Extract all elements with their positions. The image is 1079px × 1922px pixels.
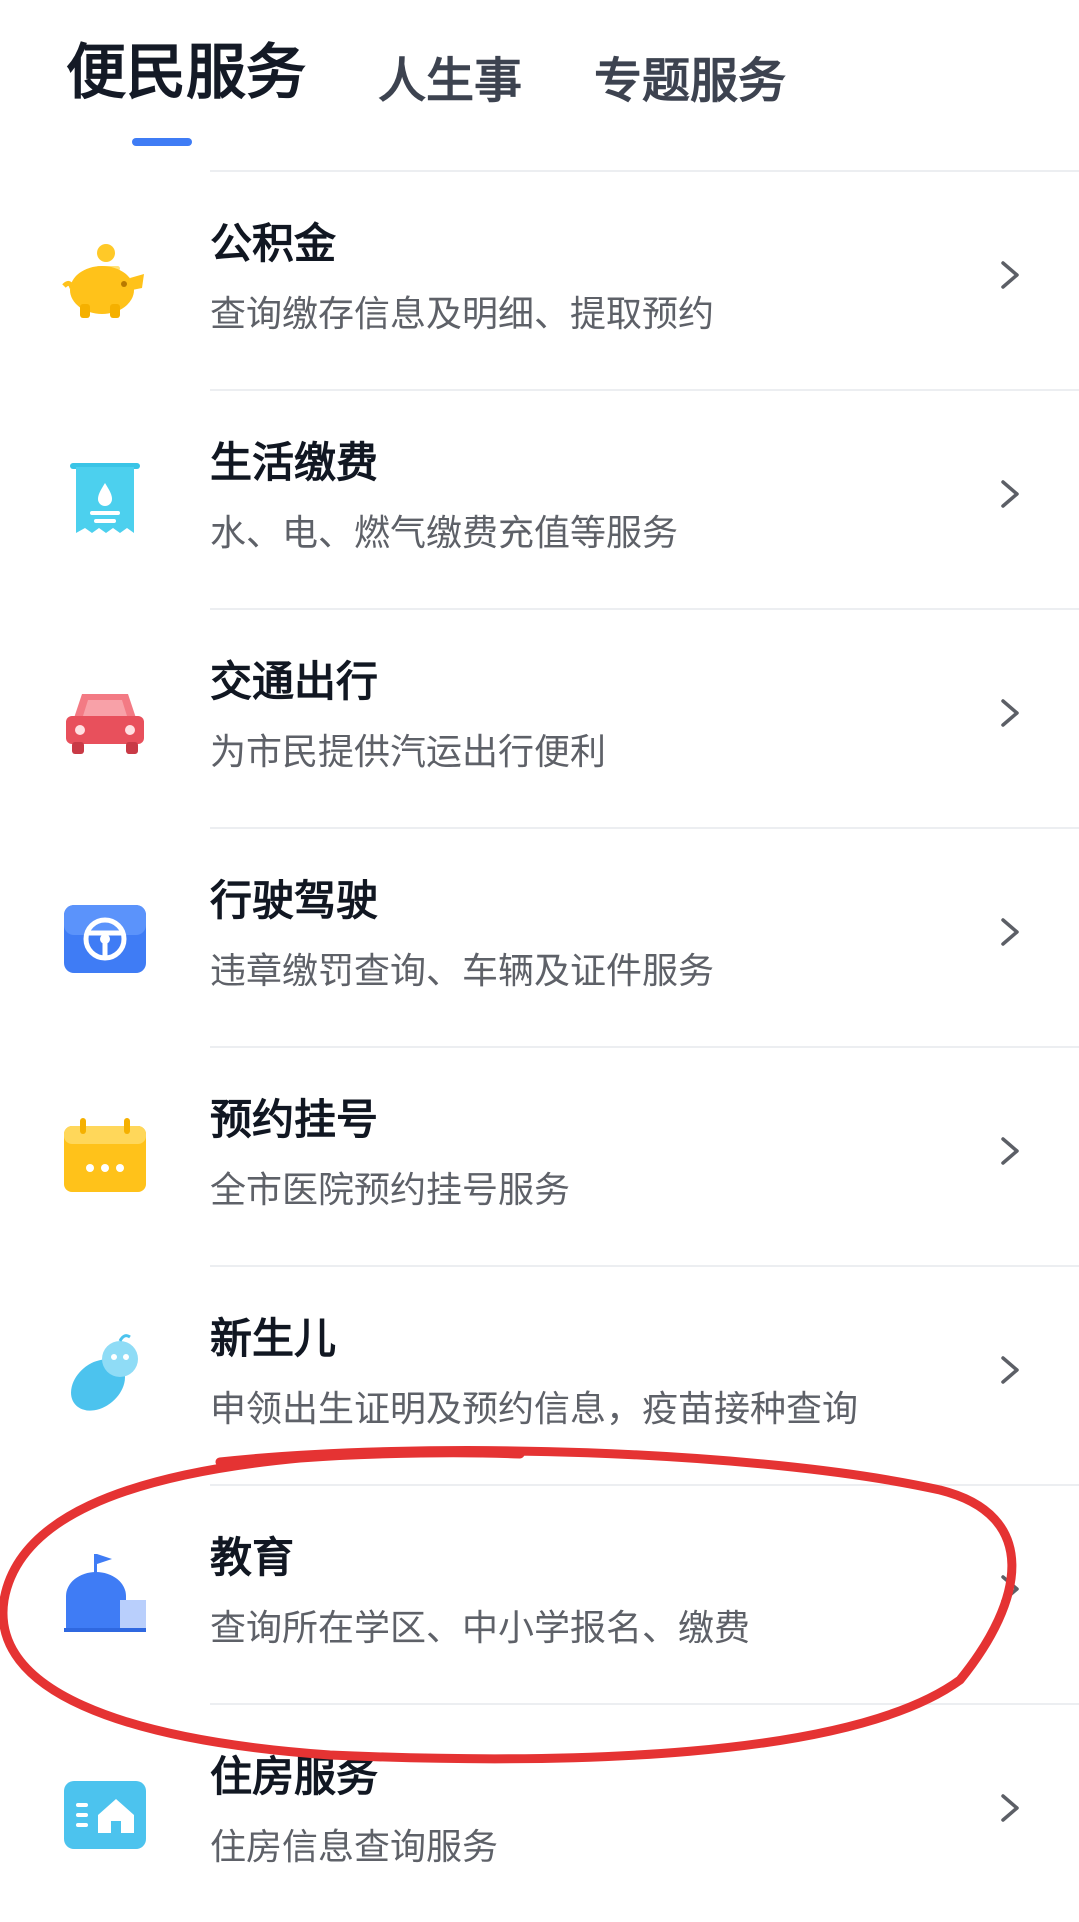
service-description: 查询缴存信息及明细、提取预约 xyxy=(210,294,715,335)
service-description: 查询所在学区、中小学报名、缴费 xyxy=(210,1608,751,1649)
service-title: 生活缴费 xyxy=(210,438,379,487)
tab-life-events[interactable]: 人生事 xyxy=(378,46,522,116)
tab-bar: 便民服务 人生事 专题服务 xyxy=(0,0,1079,160)
service-description: 全市医院预约挂号服务 xyxy=(210,1170,571,1211)
piggy-bank-icon xyxy=(62,244,144,318)
divider xyxy=(210,170,1079,172)
chevron-right-icon xyxy=(1001,480,1019,508)
calendar-icon xyxy=(64,1118,146,1192)
service-description: 违章缴罚查询、车辆及证件服务 xyxy=(210,951,715,992)
service-item-housing-fund[interactable]: 公积金 查询缴存信息及明细、提取预约 xyxy=(0,170,1079,389)
divider xyxy=(210,1046,1079,1048)
steering-wheel-icon xyxy=(64,905,146,973)
divider xyxy=(210,1484,1079,1486)
bill-water-drop-icon xyxy=(70,463,140,533)
chevron-right-icon xyxy=(1001,918,1019,946)
service-title: 预约挂号 xyxy=(210,1095,379,1144)
car-icon xyxy=(66,694,144,754)
service-title: 教育 xyxy=(210,1533,295,1582)
house-icon xyxy=(64,1781,146,1849)
service-description: 住房信息查询服务 xyxy=(210,1827,499,1868)
tab-convenience-services[interactable]: 便民服务 xyxy=(66,38,306,108)
service-item-education[interactable]: 教育 查询所在学区、中小学报名、缴费 xyxy=(0,1484,1079,1703)
active-tab-indicator xyxy=(132,138,192,146)
chevron-right-icon xyxy=(1001,1794,1019,1822)
chevron-right-icon xyxy=(1001,1137,1019,1165)
divider xyxy=(210,389,1079,391)
baby-icon xyxy=(71,1334,138,1411)
chevron-right-icon xyxy=(1001,1575,1019,1603)
service-item-utility-payment[interactable]: 生活缴费 水、电、燃气缴费充值等服务 xyxy=(0,389,1079,608)
service-item-newborn[interactable]: 新生儿 申领出生证明及预约信息，疫苗接种查询 xyxy=(0,1265,1079,1484)
school-icon xyxy=(64,1554,146,1632)
service-title: 公积金 xyxy=(210,219,337,268)
service-item-driving[interactable]: 行驶驾驶 违章缴罚查询、车辆及证件服务 xyxy=(0,827,1079,1046)
service-title: 交通出行 xyxy=(210,657,379,706)
service-description: 水、电、燃气缴费充值等服务 xyxy=(210,513,679,554)
service-item-housing[interactable]: 住房服务 住房信息查询服务 xyxy=(0,1703,1079,1922)
service-item-transportation[interactable]: 交通出行 为市民提供汽运出行便利 xyxy=(0,608,1079,827)
service-title: 新生儿 xyxy=(210,1314,337,1363)
service-title: 住房服务 xyxy=(210,1752,379,1801)
chevron-right-icon xyxy=(1001,261,1019,289)
divider xyxy=(210,1703,1079,1705)
chevron-right-icon xyxy=(1001,1356,1019,1384)
tab-special-services[interactable]: 专题服务 xyxy=(594,46,786,116)
divider xyxy=(210,1265,1079,1267)
service-description: 申领出生证明及预约信息，疫苗接种查询 xyxy=(210,1389,859,1430)
divider xyxy=(210,608,1079,610)
chevron-right-icon xyxy=(1001,699,1019,727)
service-title: 行驶驾驶 xyxy=(210,876,379,925)
service-item-hospital-appointment[interactable]: 预约挂号 全市医院预约挂号服务 xyxy=(0,1046,1079,1265)
service-description: 为市民提供汽运出行便利 xyxy=(210,732,607,773)
divider xyxy=(210,827,1079,829)
